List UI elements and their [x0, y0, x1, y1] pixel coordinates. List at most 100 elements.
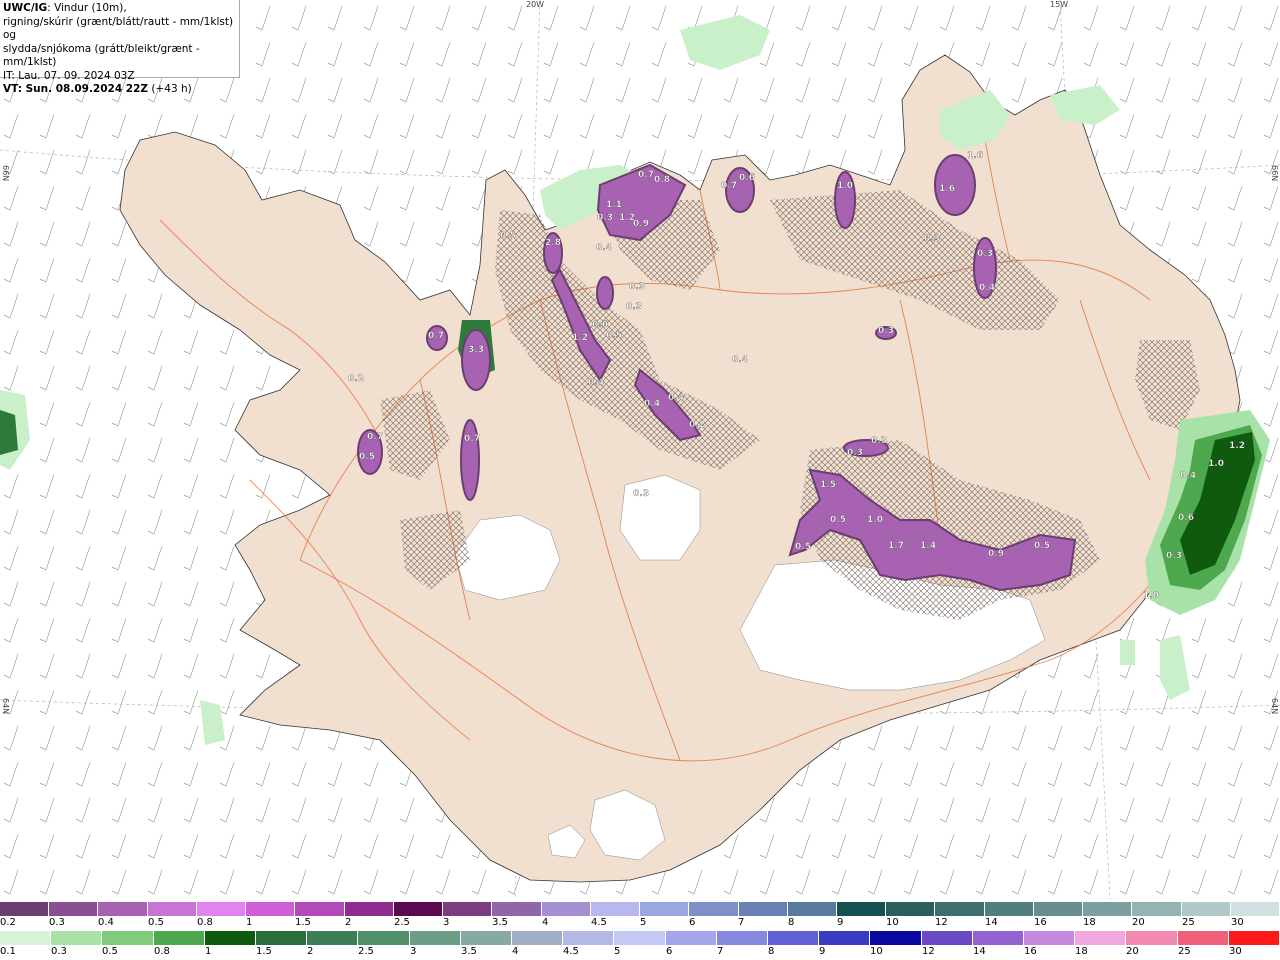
snow-scale-labels: 0.2 0.3 0.4 0.5 0.8 1 1.5 2 2.5 3 3.5 4 4.5 5 6 7 8 9 10 12…	[0, 917, 1280, 929]
rain-scale-swatch	[1075, 931, 1127, 945]
snow-scale-swatch	[1033, 902, 1084, 916]
weather-map[interactable]: 0.52.80.7 0.81.10.3 1.20.90.70.61.0 1.61.60…	[0, 0, 1280, 900]
snow-scale-tick-label: 4	[542, 917, 549, 928]
precip-value-label: 0.3	[633, 489, 649, 499]
issue-time: IT: Lau. 07. 09. 2024 03Z	[3, 69, 135, 82]
rain-scale-tick-label: 2	[307, 946, 314, 957]
rain-scale-swatch	[1177, 931, 1229, 945]
snow-scale-tick-label: 20	[1132, 917, 1145, 928]
rain-scale-tick-label: 0.8	[154, 946, 170, 957]
rain-scale-tick-label: 9	[819, 946, 826, 957]
precip-value-label: 1.0	[867, 515, 883, 525]
precip-value-label: 0.4	[979, 283, 995, 293]
precip-value-label: 0.6	[592, 320, 608, 330]
precip-value-label: 0.7	[464, 434, 480, 444]
coord-20w: 20W	[526, 0, 545, 9]
precip-value-label: 1.5	[820, 480, 836, 490]
rain-scale-swatch	[1126, 931, 1178, 945]
rain-scale-tick-label: 1	[205, 946, 212, 957]
snow-scale-tick-label: 16	[1034, 917, 1047, 928]
snow-scale-swatch	[640, 902, 690, 916]
rain-scale-swatch	[204, 931, 257, 945]
snow-scale-tick-label: 0.5	[148, 917, 164, 928]
snow-scale-bar	[0, 902, 1280, 916]
rain-scale-swatch	[716, 931, 769, 945]
coord-64n-right: 64N	[1270, 698, 1279, 715]
coord-64n-left: 64N	[1, 698, 10, 715]
model-name: UWC/IG	[3, 2, 48, 14]
precip-value-label: 0.9	[633, 219, 649, 229]
snow-scale-tick-label: 8	[788, 917, 795, 928]
coord-66n-right: 66N	[1270, 165, 1279, 182]
map-title: : Vindur (10m),	[47, 2, 127, 14]
snow-scale-tick-label: 3.5	[492, 917, 508, 928]
precip-value-label: 1.6	[967, 151, 983, 161]
rain-scale-swatch	[153, 931, 205, 945]
rain-scale-swatch	[819, 931, 871, 945]
snow-scale-swatch	[196, 902, 247, 916]
rain-scale-tick-label: 8	[768, 946, 775, 957]
rain-scale-tick-label: 6	[666, 946, 673, 957]
rain-scale-tick-label: 20	[1126, 946, 1139, 957]
rain-scale-swatch	[563, 931, 615, 945]
rain-scale-bar	[0, 931, 1280, 945]
precip-value-label: 1.7	[888, 541, 904, 551]
snow-scale-tick-label: 25	[1182, 917, 1195, 928]
precip-value-label: 0.3	[626, 302, 642, 312]
precip-value-label: 1.6	[939, 184, 955, 194]
rain-scale-tick-label: 12	[922, 946, 935, 957]
rain-scale-swatch	[665, 931, 717, 945]
rain-scale-tick-label: 7	[717, 946, 724, 957]
snow-scale-swatch	[935, 902, 985, 916]
rain-scale-tick-label: 18	[1075, 946, 1088, 957]
snow-scale-swatch	[49, 902, 99, 916]
precip-value-label: 0.3	[629, 282, 645, 292]
legend: 0.2 0.3 0.4 0.5 0.8 1 1.5 2 2.5 3 3.5 4 4.5 5 6 7 8 9 10 12…	[0, 900, 1280, 960]
precip-value-label: 0.3	[847, 448, 863, 458]
rain-scale-tick-label: 5	[614, 946, 621, 957]
coord-66n-left: 66N	[1, 165, 10, 182]
rain-scale-swatch	[614, 931, 666, 945]
map-area[interactable]: 0.5 2.8 0.7 0.8 1.1 0.3 1.2 0.9 0.7 0.6 1.0 1.6 1.6 0…	[0, 0, 1280, 900]
snow-scale-tick-label: 1	[246, 917, 253, 928]
valid-time: VT: Sun. 08.09.2024 22Z	[3, 83, 149, 95]
snow-scale-swatch	[393, 902, 444, 916]
rain-scale-swatch	[0, 931, 52, 945]
rain-scale-tick-label: 0.3	[51, 946, 67, 957]
snow-scale-swatch	[738, 902, 788, 916]
rain-scale-tick-label: 4.5	[563, 946, 579, 957]
rain-scale-swatch	[512, 931, 564, 945]
rain-scale-tick-label: 14	[973, 946, 986, 957]
snow-scale-swatch	[443, 902, 493, 916]
precip-value-label: 0.2	[348, 374, 364, 384]
snow-scale-tick-label: 0.8	[197, 917, 213, 928]
precip-value-label: 1.4	[920, 541, 936, 551]
snow-scale-swatch	[1181, 902, 1231, 916]
precip-value-label: 0.7	[638, 170, 654, 180]
precip-value-label: 1.0	[1143, 591, 1159, 601]
precip-value-label: 0.7	[721, 181, 737, 191]
rain-scale-labels: 0.1 0.3 0.5 0.8 1 1.5 2 2.5 3 3.5 4 4.5 5 6 7 8 9 10 12 14 1…	[0, 946, 1280, 958]
rain-scale-swatch	[307, 931, 359, 945]
snow-scale-tick-label: 2.5	[394, 917, 410, 928]
snow-scale-swatch	[147, 902, 197, 916]
forecast-offset: (+43 h)	[148, 83, 192, 95]
precip-value-label: 3.3	[468, 345, 484, 355]
rain-scale-swatch	[972, 931, 1025, 945]
precip-value-label: 1.2	[572, 333, 588, 343]
snow-scale-swatch	[590, 902, 641, 916]
rain-scale-tick-label: 30	[1229, 946, 1242, 957]
precip-value-label: 0.3	[871, 436, 887, 446]
precip-value-label: 1.0	[837, 181, 853, 191]
snow-scale-tick-label: 4.5	[591, 917, 607, 928]
snow-scale-swatch	[1083, 902, 1133, 916]
rain-scale-tick-label: 1.5	[256, 946, 272, 957]
rain-scale-swatch	[870, 931, 922, 945]
snow-scale-tick-label: 12	[935, 917, 948, 928]
precip-value-label: 0.3	[597, 213, 613, 223]
rain-scale-swatch	[51, 931, 103, 945]
snow-scale-tick-label: 18	[1083, 917, 1096, 928]
precip-value-label: 0.4	[644, 399, 660, 409]
rain-scale-tick-label: 2.5	[358, 946, 374, 957]
rain-scale-tick-label: 0.1	[0, 946, 16, 957]
